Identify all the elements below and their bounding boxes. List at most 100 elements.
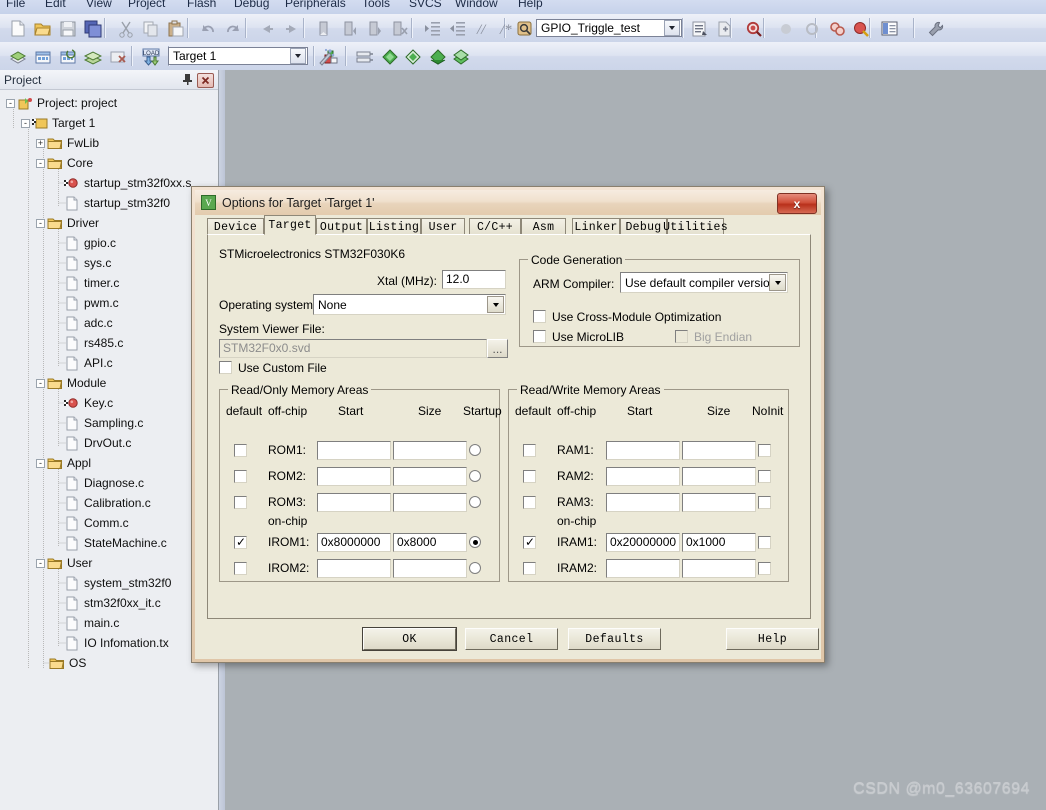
tree-item[interactable]: stm32f0xx_it.c [51, 593, 161, 613]
browse-button[interactable]: ... [487, 339, 508, 358]
row-default-checkbox[interactable] [523, 562, 536, 575]
tree-item[interactable]: - Appl [36, 453, 91, 473]
redo-icon[interactable] [222, 17, 246, 41]
row-size-input[interactable] [682, 493, 756, 512]
row-size-input[interactable] [682, 559, 756, 578]
cmsis-pack-icon[interactable] [449, 45, 473, 69]
bookmark-toggle-icon[interactable] [313, 17, 337, 41]
row-default-checkbox[interactable] [234, 444, 247, 457]
manage-runtime-icon[interactable] [849, 17, 873, 41]
row-start-input[interactable] [317, 441, 391, 460]
save-icon[interactable] [56, 17, 80, 41]
row-startup-radio[interactable] [469, 536, 481, 548]
row-startup-radio[interactable] [469, 444, 481, 456]
row-default-checkbox[interactable] [523, 496, 536, 509]
row-start-input[interactable] [606, 467, 680, 486]
window-layout-icon[interactable] [878, 17, 902, 41]
row-noinit-checkbox[interactable] [758, 496, 771, 509]
close-icon[interactable] [197, 73, 214, 88]
tree-item[interactable]: Sampling.c [51, 413, 143, 433]
find-in-files-icon[interactable] [513, 17, 537, 41]
tab-listing[interactable]: Listing [367, 218, 421, 235]
row-noinit-checkbox[interactable] [758, 470, 771, 483]
row-size-input[interactable] [393, 441, 467, 460]
open-file-icon[interactable] [31, 17, 55, 41]
configure-target-icon[interactable] [826, 17, 850, 41]
target-options-wand-icon[interactable] [314, 45, 338, 69]
insert-file-icon[interactable] [713, 17, 737, 41]
tree-item[interactable]: API.c [51, 353, 113, 373]
xtal-input[interactable]: 12.0 [442, 270, 506, 289]
rebuild-icon[interactable] [56, 45, 80, 69]
bookmark-next-icon[interactable] [363, 17, 387, 41]
tree-expander-collapse[interactable]: - [36, 378, 45, 388]
dialog-tab-strip[interactable]: Device Target Output Listing User C/C++ Asm Lin… [207, 215, 811, 235]
menu-item-edit[interactable]: Edit [45, 0, 66, 10]
tab-device[interactable]: Device [207, 218, 264, 235]
paste-icon[interactable] [164, 17, 188, 41]
tree-item[interactable]: adc.c [51, 313, 113, 333]
help-button[interactable]: Help [726, 628, 819, 650]
row-default-checkbox[interactable] [523, 444, 536, 457]
svcs-icon[interactable] [426, 45, 450, 69]
settings-wrench-icon[interactable] [924, 17, 948, 41]
arm-compiler-select[interactable]: Use default compiler version [620, 272, 788, 293]
row-start-input[interactable]: 0x20000000 [606, 533, 680, 552]
tree-item[interactable]: main.c [51, 613, 119, 633]
target-select[interactable]: Target 1 [168, 47, 308, 65]
row-size-input[interactable] [682, 467, 756, 486]
build-icon[interactable] [31, 45, 55, 69]
tab-output[interactable]: Output [316, 218, 367, 235]
copy-icon[interactable] [139, 17, 163, 41]
tab-debug[interactable]: Debug [620, 218, 667, 235]
outdent-icon[interactable] [446, 17, 470, 41]
cancel-button[interactable]: Cancel [465, 628, 558, 650]
menu-item-help[interactable]: Help [518, 0, 543, 10]
comment-icon[interactable]: // [471, 17, 495, 41]
tree-item[interactable]: sys.c [51, 253, 111, 273]
row-start-input[interactable] [606, 441, 680, 460]
tree-item[interactable]: startup_stm32f0xx.s [51, 173, 191, 193]
tab-user[interactable]: User [421, 218, 465, 235]
manage-components-icon[interactable] [378, 45, 402, 69]
defaults-button[interactable]: Defaults [568, 628, 661, 650]
tab-utilities[interactable]: Utilities [663, 218, 728, 235]
menu-item-debug[interactable]: Debug [234, 0, 269, 10]
stop-build-icon[interactable] [106, 45, 130, 69]
translate-icon[interactable] [6, 45, 30, 69]
row-start-input[interactable] [606, 559, 680, 578]
pin-icon[interactable] [181, 73, 194, 86]
undo-icon[interactable] [197, 17, 221, 41]
navigate-forward-icon[interactable] [280, 17, 304, 41]
row-startup-radio[interactable] [469, 496, 481, 508]
tree-expander-collapse[interactable]: - [36, 158, 45, 168]
menu-item-project[interactable]: Project [128, 0, 165, 10]
microlib-checkbox[interactable] [533, 330, 546, 343]
tree-item[interactable]: - Driver [36, 213, 99, 233]
bookmark-list-icon[interactable] [688, 17, 712, 41]
operating-system-select[interactable]: None [313, 294, 506, 315]
menu-item-window[interactable]: Window [455, 0, 498, 10]
tree-item[interactable]: system_stm32f0 [51, 573, 171, 593]
row-default-checkbox[interactable] [234, 470, 247, 483]
new-file-icon[interactable] [6, 17, 30, 41]
breakpoint-disabled-icon[interactable] [800, 17, 824, 41]
chevron-down-icon[interactable] [487, 296, 504, 313]
row-size-input[interactable] [682, 441, 756, 460]
tab-asm[interactable]: Asm [521, 218, 566, 235]
tree-item[interactable]: rs485.c [51, 333, 123, 353]
cross-module-optimization-checkbox[interactable] [533, 310, 546, 323]
row-start-input[interactable] [317, 559, 391, 578]
cut-icon[interactable] [114, 17, 138, 41]
tree-item[interactable]: - Core [36, 153, 93, 173]
tree-item[interactable]: timer.c [51, 273, 119, 293]
row-default-checkbox[interactable] [234, 562, 247, 575]
menu-item-svcs[interactable]: SVCS [409, 0, 442, 10]
tab-linker[interactable]: Linker [572, 218, 620, 235]
navigate-back-icon[interactable] [255, 17, 279, 41]
dialog-close-button[interactable]: x [777, 193, 817, 214]
tree-expander-collapse[interactable]: - [21, 118, 30, 128]
menu-item-view[interactable]: View [86, 0, 112, 10]
tree-item[interactable]: - Project: project [6, 93, 117, 113]
tree-item[interactable]: - Module [36, 373, 106, 393]
